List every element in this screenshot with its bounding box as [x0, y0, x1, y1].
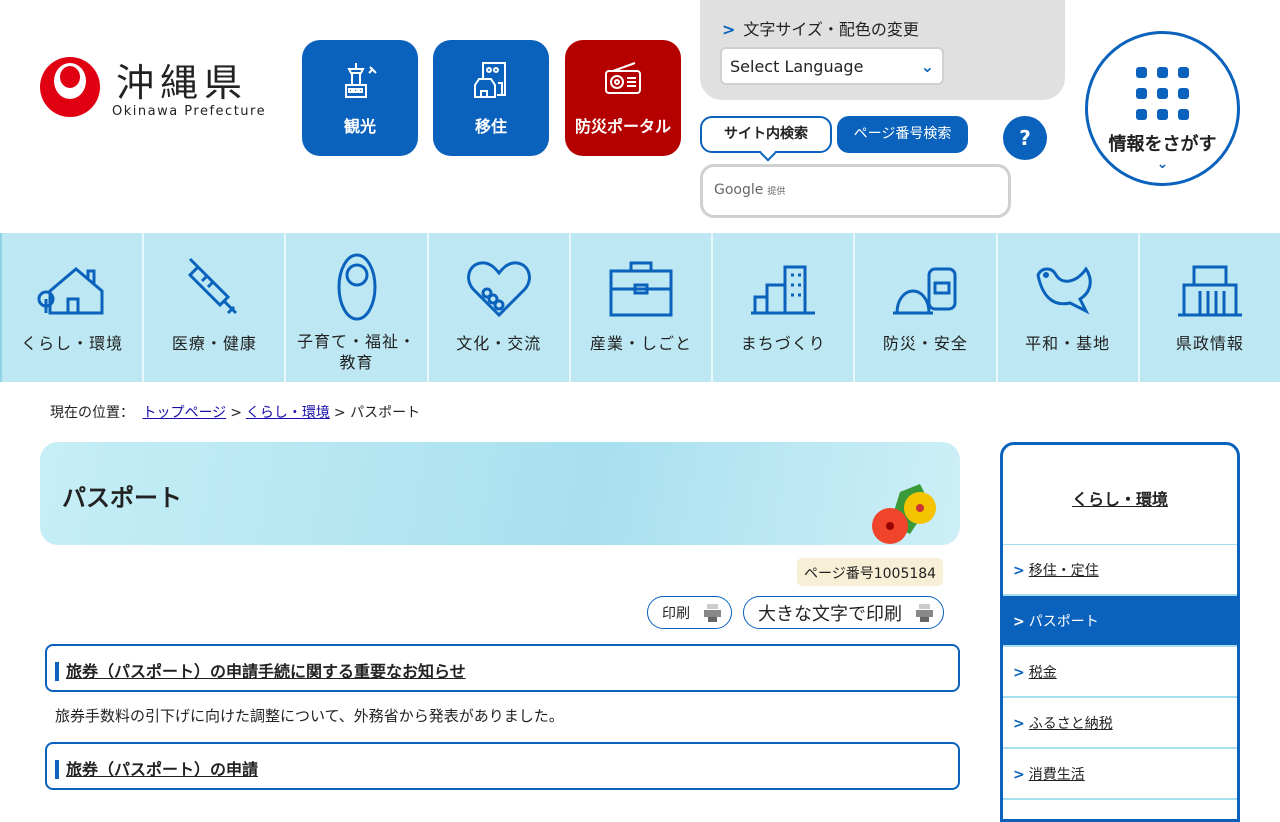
google-label: Google [714, 182, 764, 198]
nav-item-childcare[interactable]: 子育て・福祉・教育 [284, 233, 426, 382]
tab-page-number-search[interactable]: ページ番号検索 [837, 116, 968, 153]
page-title: パスポート [62, 484, 182, 512]
font-color-link[interactable]: > 文字サイズ・配色の変更 [722, 16, 919, 40]
nav-label: 産業・しごと [589, 334, 692, 353]
radio-icon [605, 62, 641, 94]
sidebar-item-passport[interactable]: > パスポート [1003, 596, 1237, 647]
sidebar-item-label: 税金 [1028, 665, 1057, 681]
sidebar-item-relocation[interactable]: > 移住・定住 [1003, 545, 1237, 596]
breadcrumb-sep: > [333, 405, 346, 421]
print-button[interactable]: 印刷 [647, 596, 732, 629]
nav-label: 文化・交流 [456, 334, 542, 353]
tab-site-search[interactable]: サイト内検索 [700, 116, 832, 153]
hibiscus-icon [872, 484, 936, 544]
chevron-right-icon: > [1013, 665, 1025, 681]
disaster-portal-label: 防災ポータル [574, 117, 671, 136]
print-label: 印刷 [662, 605, 690, 622]
page-title-banner: パスポート [40, 442, 960, 545]
logo-name[interactable]: 沖縄県 [116, 52, 248, 107]
government-building-icon [1177, 265, 1242, 317]
nav-item-industry[interactable]: 産業・しごと [568, 233, 711, 382]
search-input[interactable]: Google 提供 [700, 164, 1011, 218]
help-button[interactable]: ? [1003, 116, 1047, 160]
house-icon [37, 267, 104, 315]
language-select-value: Select Language [730, 57, 864, 76]
relocation-label: 移住 [474, 117, 507, 136]
nav-item-safety[interactable]: 防災・安全 [853, 233, 995, 382]
chevron-right-icon: > [1013, 614, 1025, 630]
print-large-button[interactable]: 大きな文字で印刷 [743, 596, 944, 629]
breadcrumb-sep: > [230, 405, 242, 421]
section-text: 旅券手数料の引下げに向けた調整について、外務省から発表がありました。 [55, 707, 564, 725]
section-heading: 旅券（パスポート）の申請手続に関する重要なお知らせ [55, 662, 466, 681]
sidebar-title[interactable]: くらし・環境 [1003, 445, 1237, 545]
section-heading-link[interactable]: 旅券（パスポート）の申請手続に関する重要なお知らせ [45, 644, 960, 692]
print-large-label: 大きな文字で印刷 [758, 603, 902, 625]
briefcase-icon [609, 261, 673, 317]
city-icon [751, 265, 816, 315]
breadcrumb: 現在の位置： トップページ > くらし・環境 > パスポート [50, 402, 420, 422]
nav-item-peace[interactable]: 平和・基地 [995, 233, 1138, 382]
page-number-badge: ページ番号1005184 [797, 558, 944, 586]
section-heading: 旅券（パスポート）の申請 [55, 760, 259, 779]
chevron-right-icon: > [1013, 716, 1025, 732]
tourism-button[interactable]: 観光 [302, 40, 418, 156]
nav-label: まちづくり [740, 334, 826, 353]
nav-item-health[interactable]: 医療・健康 [142, 233, 284, 382]
sidebar-item-label: ふるさと納税 [1028, 716, 1113, 732]
nav-label: 子育て・福祉・教育 [297, 332, 417, 372]
sidebar-item-tax[interactable]: > 税金 [1003, 647, 1237, 698]
syringe-icon [188, 257, 238, 315]
sidebar-item-label: パスポート [1028, 614, 1099, 630]
chevron-right-icon: > [1013, 767, 1025, 783]
baby-icon [337, 253, 377, 321]
nav-label: 県政情報 [1175, 334, 1244, 353]
sidebar-item-consumer[interactable]: > 消費生活 [1003, 749, 1237, 800]
nav-label: くらし・環境 [21, 334, 124, 353]
grid-icon [1088, 67, 1237, 120]
section-heading-link[interactable]: 旅券（パスポート）の申請 [45, 742, 960, 790]
nav-item-living[interactable]: くらし・環境 [0, 233, 142, 382]
google-suffix: 提供 [767, 187, 786, 197]
disaster-portal-button[interactable]: 防災ポータル [565, 40, 681, 156]
info-search-button[interactable]: 情報をさがす ⌄ [1085, 31, 1240, 186]
sidebar-item-label: 移住・定住 [1028, 563, 1099, 579]
breadcrumb-top[interactable]: トップページ [142, 405, 226, 421]
nav-item-culture[interactable]: 文化・交流 [426, 233, 569, 382]
sidebar-item-furusato[interactable]: > ふるさと納税 [1003, 698, 1237, 749]
chevron-right-icon: > [1013, 563, 1025, 579]
building-icon [474, 62, 506, 98]
heart-handshake-icon [466, 261, 531, 318]
logo-name-en: Okinawa Prefecture [112, 104, 267, 119]
airport-tower-icon [345, 63, 377, 98]
nav-label: 防災・安全 [882, 334, 968, 353]
info-search-label: 情報をさがす [1108, 134, 1217, 155]
nav-item-government[interactable]: 県政情報 [1137, 233, 1280, 382]
main-nav: くらし・環境 医療・健康 子育て・福祉・教育 文化・交流 産業・しごと まちづく… [0, 233, 1280, 382]
language-select[interactable]: Select Language ⌄ [720, 47, 944, 85]
sidebar: くらし・環境 > 移住・定住 > パスポート > 税金 > ふるさと納税 > 消費生活 [1000, 442, 1240, 822]
breadcrumb-living[interactable]: くらし・環境 [246, 405, 330, 421]
nav-item-town[interactable]: まちづくり [711, 233, 853, 382]
nav-label: 平和・基地 [1025, 334, 1111, 353]
dove-icon [1036, 266, 1092, 315]
nav-label: 医療・健康 [171, 334, 257, 353]
printer-icon [916, 603, 933, 622]
chevron-down-icon: ⌄ [920, 57, 934, 76]
tourism-label: 観光 [343, 117, 376, 136]
helmet-bag-icon [893, 267, 957, 315]
logo-mark[interactable] [40, 57, 100, 117]
breadcrumb-current: パスポート [350, 405, 421, 421]
printer-icon [704, 603, 721, 622]
chevron-down-icon: ⌄ [1156, 156, 1169, 172]
chevron-right-icon: > [722, 20, 736, 39]
breadcrumb-prefix: 現在の位置： [50, 405, 134, 421]
sidebar-item-label: 消費生活 [1028, 767, 1085, 783]
relocation-button[interactable]: 移住 [433, 40, 549, 156]
font-color-label: 文字サイズ・配色の変更 [743, 20, 919, 39]
